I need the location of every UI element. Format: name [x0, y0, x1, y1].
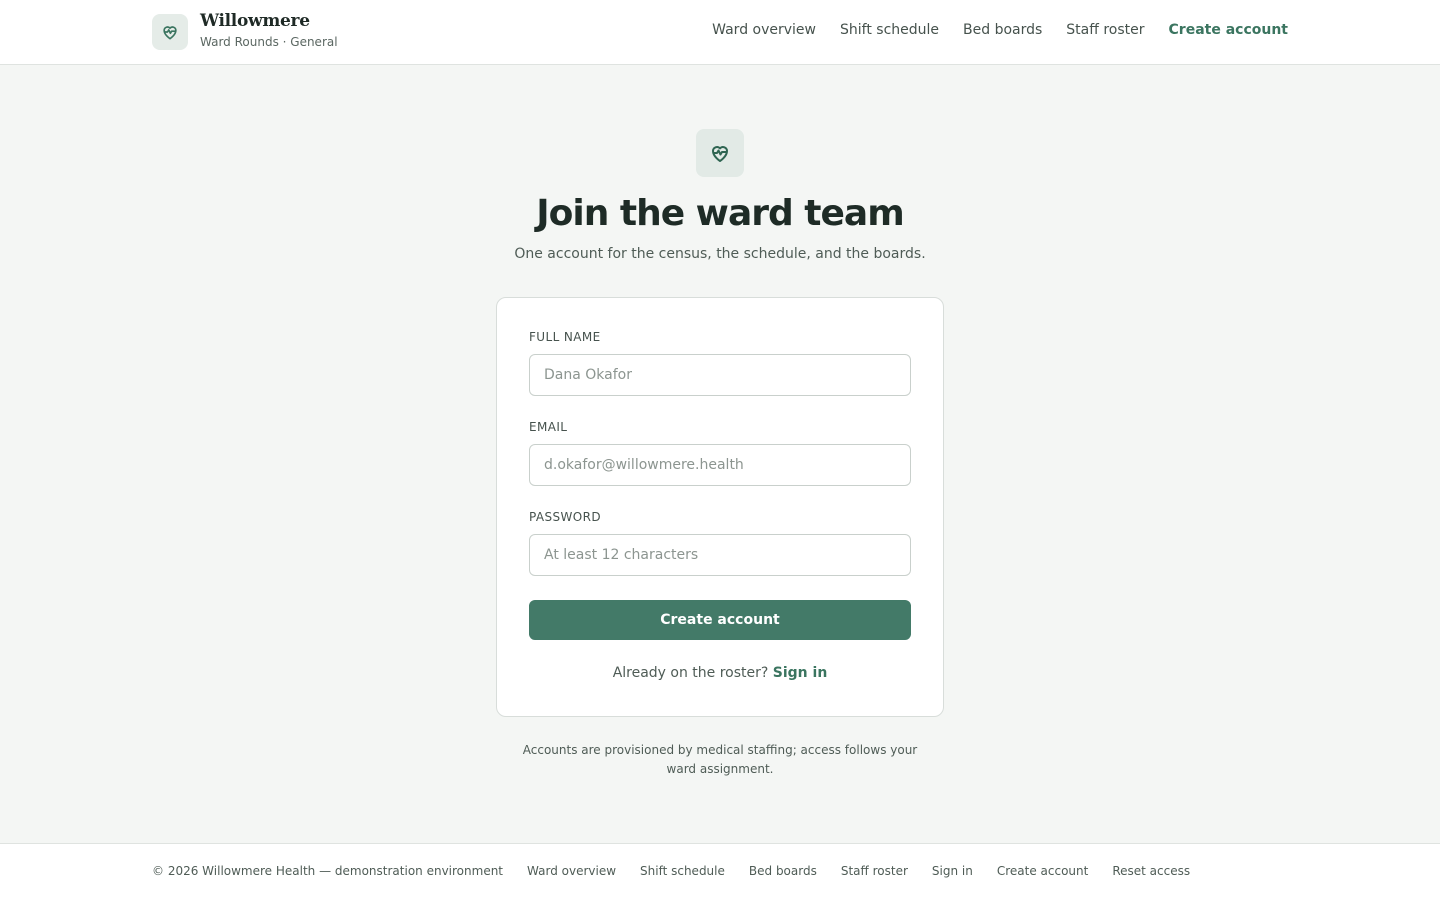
- full-name-label: FULL NAME: [529, 330, 601, 344]
- password-label: PASSWORD: [529, 510, 602, 524]
- signup-card: FULL NAME EMAIL PASSWORD Create account …: [496, 297, 944, 717]
- signin-prompt: Already on the roster? Sign in: [497, 665, 943, 681]
- signin-link[interactable]: Sign in: [773, 665, 828, 681]
- full-name-input[interactable]: [529, 354, 911, 396]
- footer-link-shift-schedule[interactable]: Shift schedule: [640, 864, 725, 878]
- nav-ward-overview[interactable]: Ward overview: [712, 22, 816, 38]
- footer-link-create-account[interactable]: Create account: [997, 864, 1089, 878]
- password-input[interactable]: [529, 534, 911, 576]
- top-header: Willowmere Ward Rounds · General Ward ov…: [0, 0, 1440, 65]
- brand-subtitle: Ward Rounds · General: [200, 35, 338, 49]
- footer-link-staff-roster[interactable]: Staff roster: [841, 864, 908, 878]
- create-account-button[interactable]: Create account: [529, 600, 911, 640]
- nav-bed-boards[interactable]: Bed boards: [963, 22, 1042, 38]
- page-subtitle: One account for the census, the schedule…: [514, 246, 926, 262]
- heart-pulse-icon: [712, 146, 728, 162]
- page-title: Join the ward team: [536, 193, 904, 234]
- footer-copyright: © 2026 Willowmere Health — demonstration…: [152, 864, 504, 878]
- brand-logo[interactable]: [152, 14, 188, 50]
- nav-staff-roster[interactable]: Staff roster: [1066, 22, 1144, 38]
- footer-link-sign-in[interactable]: Sign in: [932, 864, 973, 878]
- footer-link-bed-boards[interactable]: Bed boards: [749, 864, 817, 878]
- footer: © 2026 Willowmere Health — demonstration…: [0, 843, 1440, 900]
- hero-logo: [696, 129, 744, 177]
- provisioning-note: Accounts are provisioned by medical staf…: [522, 743, 918, 776]
- nav-create-account[interactable]: Create account: [1169, 22, 1288, 38]
- email-input[interactable]: [529, 444, 911, 486]
- footer-link-reset-access[interactable]: Reset access: [1112, 864, 1190, 878]
- nav-shift-schedule[interactable]: Shift schedule: [840, 22, 939, 38]
- signin-prompt-text: Already on the roster?: [612, 665, 769, 681]
- main-nav: Ward overview Shift schedule Bed boards …: [712, 22, 1288, 38]
- email-label: EMAIL: [529, 420, 568, 434]
- heart-pulse-icon: [163, 26, 177, 40]
- footer-link-ward-overview[interactable]: Ward overview: [527, 864, 616, 878]
- brand-name[interactable]: Willowmere: [200, 11, 310, 31]
